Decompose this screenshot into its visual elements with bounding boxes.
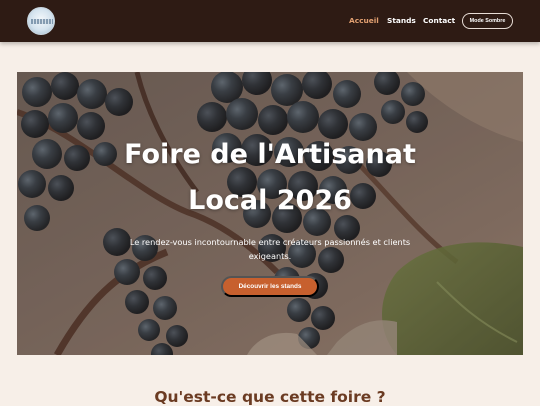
hero-subtitle-line-1: Le rendez-vous incontournable entre créa… — [129, 237, 411, 247]
discover-stands-button[interactable]: Découvrir les stands — [221, 276, 319, 297]
hero-title: Foire de l'Artisanat Local 2026 — [0, 132, 540, 224]
hero-subtitle-line-2: exigeants. — [248, 251, 292, 261]
nav-link-accueil[interactable]: Accueil — [349, 16, 379, 25]
fair-logo-icon[interactable] — [27, 7, 55, 35]
section-title: Qu'est-ce que cette foire ? — [154, 388, 386, 406]
hero-title-line-2: Local 2026 — [188, 185, 352, 216]
nav-link-stands[interactable]: Stands — [387, 16, 416, 25]
hero-title-line-1: Foire de l'Artisanat — [124, 139, 416, 170]
nav-link-contact[interactable]: Contact — [423, 16, 455, 25]
dark-mode-button[interactable]: Mode Sombre — [462, 13, 513, 29]
navbar: Accueil Stands Contact Mode Sombre — [0, 0, 540, 42]
hero-subtitle: Le rendez-vous incontournable entre créa… — [112, 235, 428, 263]
